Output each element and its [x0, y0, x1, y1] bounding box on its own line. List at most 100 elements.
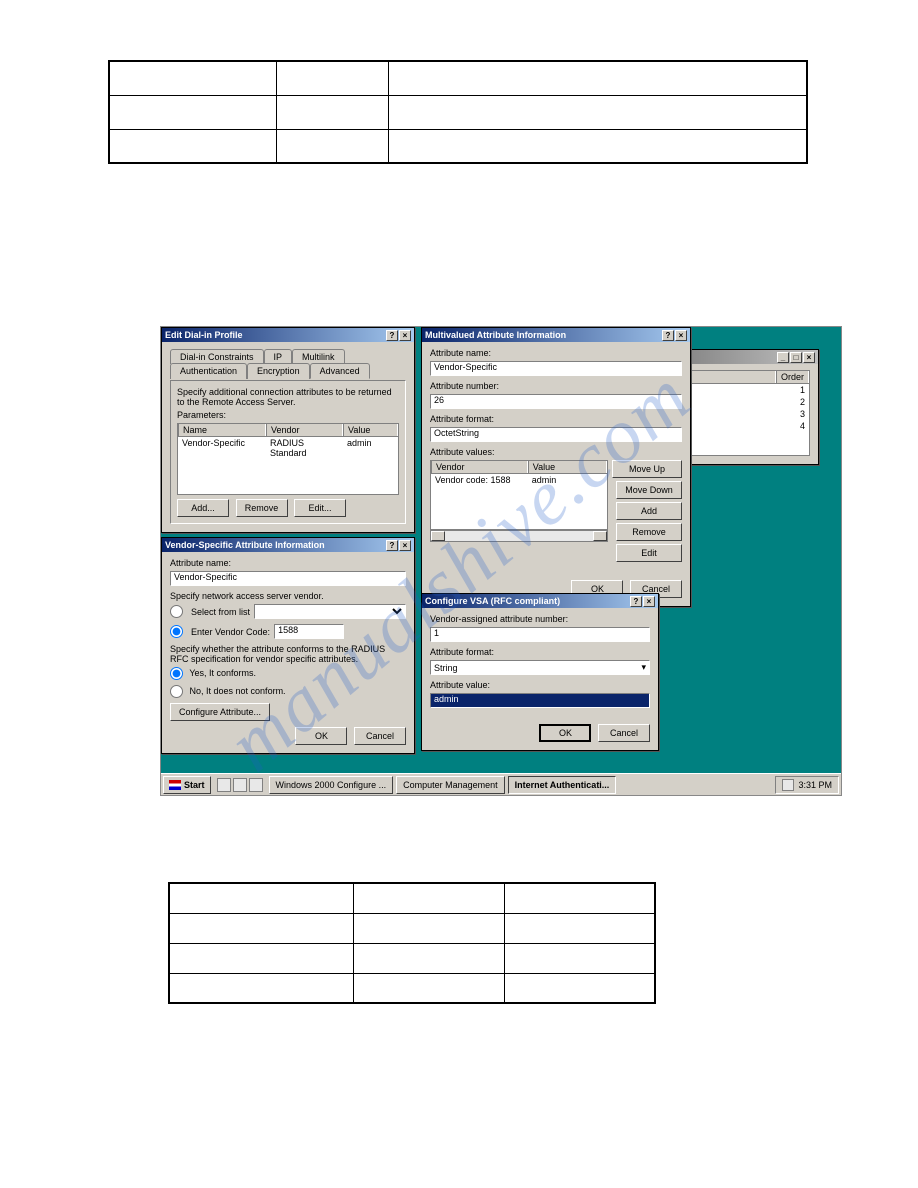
help-button[interactable]: ?	[630, 596, 642, 607]
start-button[interactable]: Start	[163, 776, 211, 794]
multi-titlebar[interactable]: Multivalued Attribute Information ? ×	[422, 328, 690, 342]
help-button[interactable]: ?	[662, 330, 674, 341]
parameters-list[interactable]: Name Vendor Value Vendor-Specific RADIUS…	[177, 423, 399, 495]
yes-conforms-radio[interactable]	[170, 667, 183, 680]
chevron-down-icon: ▾	[641, 662, 646, 673]
windows-logo-icon	[169, 780, 181, 790]
close-button[interactable]: ×	[399, 330, 411, 341]
no-conform-radio[interactable]	[170, 685, 183, 698]
table-row[interactable]: Vendor-Specific RADIUS Standard admin	[178, 437, 398, 459]
ie-icon[interactable]	[233, 778, 247, 792]
attr-values-label: Attribute values:	[430, 447, 682, 457]
col-value: Value	[528, 461, 607, 473]
task-computer-management[interactable]: Computer Management	[396, 776, 505, 794]
help-button[interactable]: ?	[386, 540, 398, 551]
taskbar: Start Windows 2000 Configure ... Compute…	[161, 773, 841, 795]
cancel-button[interactable]: Cancel	[598, 724, 650, 742]
tab-encryption[interactable]: Encryption	[247, 363, 310, 379]
clock: 3:31 PM	[798, 780, 832, 790]
outlook-icon[interactable]	[249, 778, 263, 792]
attr-name-label: Attribute name:	[170, 558, 406, 568]
order-value: 2	[796, 396, 809, 408]
system-tray: 3:31 PM	[775, 776, 839, 794]
dialin-titlebar[interactable]: Edit Dial-in Profile ? ×	[162, 328, 414, 342]
move-down-button[interactable]: Move Down	[616, 481, 682, 499]
vendor-instruction: Specify network access server vendor.	[170, 591, 406, 601]
attr-values-list[interactable]: Vendor Value Vendor code: 1588 admin	[430, 460, 608, 530]
multi-title: Multivalued Attribute Information	[425, 330, 566, 340]
screenshot-desktop: _ □ × Order 1 2 3 4 Edit Dial-in Profile…	[160, 326, 842, 796]
vsa-info-window: Vendor-Specific Attribute Information ? …	[161, 537, 415, 754]
quick-launch	[214, 778, 266, 792]
attr-name-field: Vendor-Specific	[430, 361, 682, 376]
tab-multilink[interactable]: Multilink	[292, 349, 345, 364]
vsa-info-titlebar[interactable]: Vendor-Specific Attribute Information ? …	[162, 538, 414, 552]
bg-window: _ □ × Order 1 2 3 4	[669, 349, 819, 465]
desktop-icon[interactable]	[217, 778, 231, 792]
vsa-info-title: Vendor-Specific Attribute Information	[165, 540, 325, 550]
tab-dialin-constraints[interactable]: Dial-in Constraints	[170, 349, 264, 364]
add-button[interactable]: Add	[616, 502, 682, 520]
col-name: Name	[178, 424, 266, 436]
dialin-title: Edit Dial-in Profile	[165, 330, 243, 340]
vendor-list-select[interactable]	[254, 604, 406, 619]
bg-window-titlebar: _ □ ×	[670, 350, 818, 364]
vsa-val-label: Attribute value:	[430, 680, 650, 690]
vendor-code-field[interactable]: 1588	[274, 624, 344, 639]
enter-vendor-code-label: Enter Vendor Code:	[191, 627, 270, 637]
add-button[interactable]: Add...	[177, 499, 229, 517]
close-button[interactable]: ×	[399, 540, 411, 551]
task-windows-2000-configure[interactable]: Windows 2000 Configure ...	[269, 776, 394, 794]
start-label: Start	[184, 780, 205, 790]
dialin-profile-window: Edit Dial-in Profile ? × Dial-in Constra…	[161, 327, 415, 533]
attr-fmt-label: Attribute format:	[430, 414, 682, 424]
vsa-num-label: Vendor-assigned attribute number:	[430, 614, 650, 624]
hscrollbar[interactable]	[430, 530, 608, 542]
maximize-button[interactable]: □	[790, 352, 802, 363]
minimize-button[interactable]: _	[777, 352, 789, 363]
edit-button[interactable]: Edit	[616, 544, 682, 562]
ok-button[interactable]: OK	[539, 724, 591, 742]
attr-name-label: Attribute name:	[430, 348, 682, 358]
top-table	[108, 60, 808, 164]
tray-icon[interactable]	[782, 779, 794, 791]
task-internet-authentication[interactable]: Internet Authenticati...	[508, 776, 617, 794]
attr-name-field: Vendor-Specific	[170, 571, 406, 586]
tab-advanced[interactable]: Advanced	[310, 363, 370, 379]
vsa-fmt-select[interactable]: String ▾	[430, 660, 650, 675]
close-button[interactable]: ×	[803, 352, 815, 363]
tab-authentication[interactable]: Authentication	[170, 363, 247, 379]
configure-attribute-button[interactable]: Configure Attribute...	[170, 703, 270, 721]
order-value: 3	[796, 408, 809, 420]
dialin-instruction: Specify additional connection attributes…	[177, 387, 399, 407]
bottom-table	[168, 882, 656, 1004]
order-header: Order	[776, 371, 809, 383]
select-from-list-label: Select from list	[191, 607, 250, 617]
order-value: 1	[796, 384, 809, 396]
select-from-list-radio[interactable]	[170, 605, 183, 618]
table-row[interactable]: Vendor code: 1588 admin	[431, 474, 607, 486]
move-up-button[interactable]: Move Up	[612, 460, 682, 478]
enter-vendor-code-radio[interactable]	[170, 625, 183, 638]
close-button[interactable]: ×	[675, 330, 687, 341]
tab-ip[interactable]: IP	[264, 349, 293, 364]
remove-button[interactable]: Remove	[616, 523, 682, 541]
col-value: Value	[343, 424, 398, 436]
vsa-fmt-label: Attribute format:	[430, 647, 650, 657]
ok-button[interactable]: OK	[295, 727, 347, 745]
attr-num-field: 26	[430, 394, 682, 409]
remove-button[interactable]: Remove	[236, 499, 288, 517]
order-value: 4	[796, 420, 809, 432]
configure-vsa-titlebar[interactable]: Configure VSA (RFC compliant) ? ×	[422, 594, 658, 608]
cancel-button[interactable]: Cancel	[354, 727, 406, 745]
parameters-label: Parameters:	[177, 410, 399, 420]
configure-vsa-window: Configure VSA (RFC compliant) ? × Vendor…	[421, 593, 659, 751]
vsa-val-field[interactable]: admin	[430, 693, 650, 708]
edit-button[interactable]: Edit...	[294, 499, 346, 517]
help-button[interactable]: ?	[386, 330, 398, 341]
no-conform-label: No, It does not conform.	[190, 686, 286, 696]
configure-vsa-title: Configure VSA (RFC compliant)	[425, 596, 560, 606]
attr-fmt-field: OctetString	[430, 427, 682, 442]
close-button[interactable]: ×	[643, 596, 655, 607]
vsa-num-field[interactable]: 1	[430, 627, 650, 642]
